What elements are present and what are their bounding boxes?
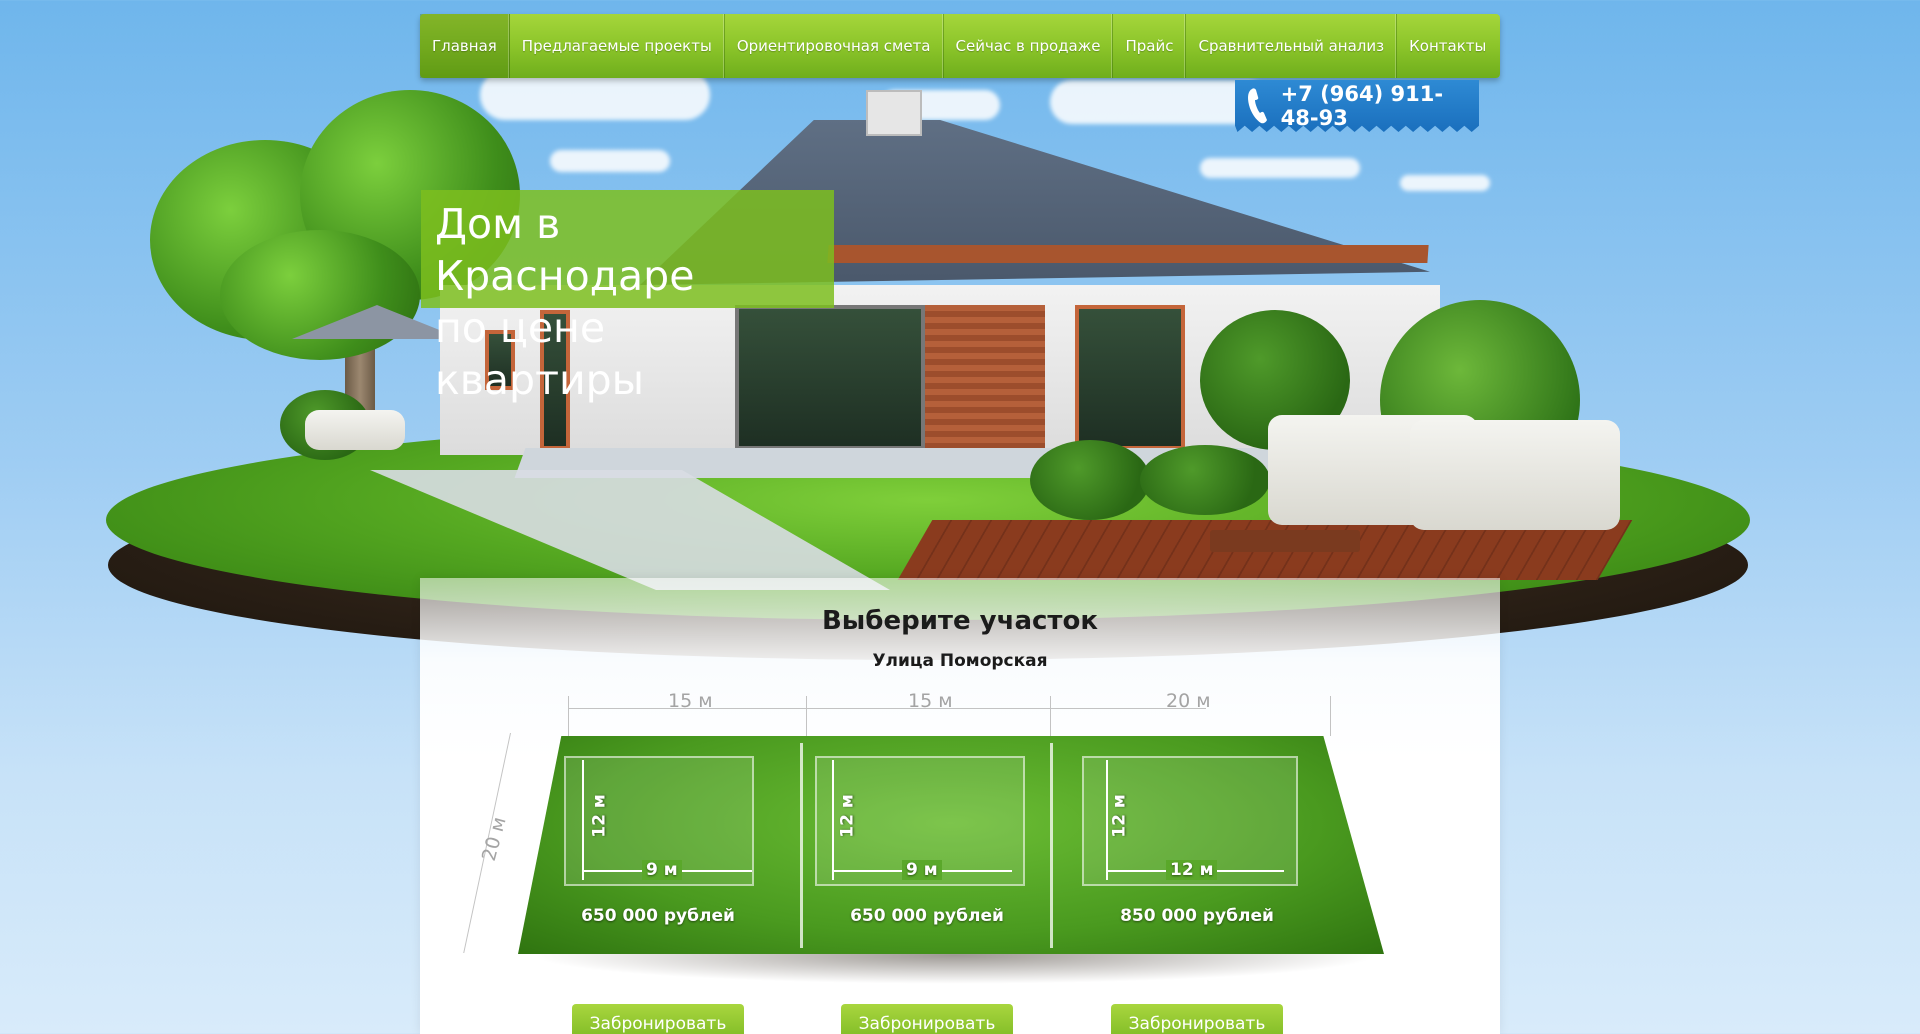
nav-item-comparison[interactable]: Сравнительный анализ [1186,14,1398,78]
book-plot-2-button[interactable]: Забронировать [841,1004,1013,1034]
nav-item-on-sale[interactable]: Сейчас в продаже [944,14,1114,78]
chimney [866,90,922,136]
plot-price: 850 000 рублей [1120,906,1274,926]
garden-armchair [1410,420,1620,530]
roof-trim [827,245,1429,263]
nav-item-contacts[interactable]: Контакты [1397,14,1498,78]
house-width-label: 9 м [642,860,682,880]
house-width-label: 9 м [902,860,942,880]
headline-line-2: по цене квартиры [435,304,645,404]
book-plot-3-button[interactable]: Забронировать [1111,1004,1283,1034]
plot-divider [800,743,803,948]
nav-item-home[interactable]: Главная [420,14,510,78]
coffee-table [1210,530,1360,552]
dimension-tick [568,696,569,736]
plot-price: 650 000 рублей [850,906,1004,926]
nav-item-price[interactable]: Прайс [1113,14,1187,78]
arrow-vertical [1106,760,1108,880]
plot-price: 650 000 рублей [581,906,735,926]
book-plot-1-button[interactable]: Забронировать [572,1004,744,1034]
cloud [1400,175,1490,191]
phone-number[interactable]: +7 (964) 911-48-93 [1281,82,1479,130]
tree-crown [220,230,420,360]
nav-item-projects[interactable]: Предлагаемые проекты [510,14,725,78]
dimension-tick [806,696,807,736]
house-width-label: 12 м [1166,860,1218,880]
house-window [1075,305,1185,450]
shrub [1030,440,1150,520]
phone-icon [1245,86,1273,126]
width-dimension-line [568,708,1206,709]
plot-selection-panel: Выберите участок Улица Поморская 15 м 15… [420,578,1500,1034]
plot-depth-label: 20 м [477,814,511,864]
arrow-vertical [832,760,834,880]
house-depth-label: 12 м [589,794,610,838]
sun-lounger [305,410,405,450]
plot-divider [1050,743,1053,948]
street-name: Улица Поморская [872,651,1048,671]
house-depth-label: 12 м [837,794,858,838]
shrub [1140,445,1270,515]
plot-width-label: 15 м [908,690,953,712]
house-depth-label: 12 м [1109,794,1130,838]
section-title: Выберите участок [821,606,1099,636]
hero-headline: Дом в Краснодаре по цене квартиры [421,190,834,404]
arrow-vertical [582,760,584,880]
phone-ribbon[interactable]: +7 (964) 911-48-93 [1235,80,1479,132]
plot-width-label: 15 м [668,690,713,712]
dimension-tick [1330,696,1331,736]
main-navigation: Главная Предлагаемые проекты Ориентирово… [420,14,1500,78]
nav-item-estimate[interactable]: Ориентировочная смета [725,14,944,78]
wood-cladding [925,305,1045,450]
headline-line-1: Дом в Краснодаре [435,200,695,300]
plot-width-label: 20 м [1166,690,1211,712]
cloud [1200,158,1360,178]
dimension-tick [1050,696,1051,736]
cloud [550,150,670,172]
